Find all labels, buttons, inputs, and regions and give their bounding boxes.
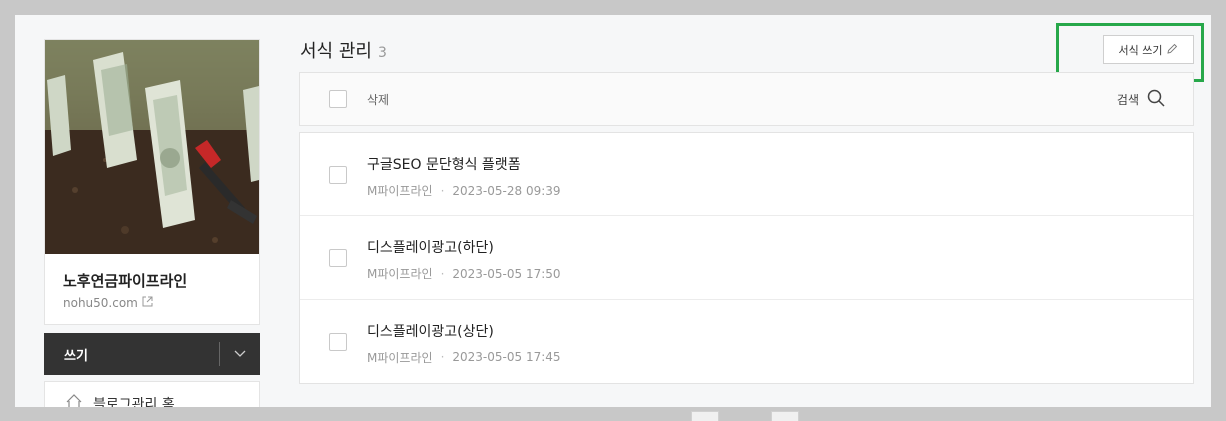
blog-url-link[interactable]: nohu50.com	[63, 296, 153, 310]
list-toolbar: 삭제 검색	[299, 72, 1194, 126]
chevron-down-icon[interactable]	[220, 350, 260, 358]
meta-separator: ·	[440, 183, 445, 198]
template-author: M파이프라인	[367, 267, 433, 282]
template-date: 2023-05-05 17:45	[452, 350, 561, 365]
template-count: 3	[377, 45, 387, 61]
blog-url-text[interactable]: nohu50.com	[63, 296, 138, 310]
meta-separator: ·	[440, 266, 445, 281]
list-item[interactable]: 디스플레이광고(하단) M파이프라인 · 2023-05-05 17:50	[300, 216, 1193, 300]
pencil-icon[interactable]	[1167, 43, 1178, 57]
write-button[interactable]: 쓰기	[64, 345, 219, 364]
select-all-checkbox[interactable]	[329, 90, 347, 108]
write-template-button[interactable]: 서식 쓰기	[1103, 35, 1194, 64]
page-header: 서식 관리 3	[300, 37, 387, 63]
search-button[interactable]: 검색	[1117, 89, 1165, 110]
pagination-next-button[interactable]	[771, 411, 799, 421]
list-item[interactable]: 디스플레이광고(상단) M파이프라인 · 2023-05-05 17:45	[300, 300, 1193, 383]
template-list: 구글SEO 문단형식 플랫폼 M파이프라인 · 2023-05-28 09:39…	[299, 132, 1194, 384]
bottom-overlay	[0, 407, 1226, 421]
pagination-prev-button[interactable]	[691, 411, 719, 421]
list-item[interactable]: 구글SEO 문단형식 플랫폼 M파이프라인 · 2023-05-28 09:39	[300, 133, 1193, 217]
row-checkbox[interactable]	[329, 166, 347, 184]
blog-name[interactable]: 노후연금파이프라인	[63, 270, 187, 291]
external-link-icon[interactable]	[142, 296, 153, 310]
row-checkbox[interactable]	[329, 249, 347, 268]
blog-profile-card[interactable]: 노후연금파이프라인 nohu50.com	[44, 39, 260, 325]
search-icon[interactable]	[1147, 89, 1165, 110]
template-date: 2023-05-28 09:39	[452, 183, 561, 198]
template-title[interactable]: 디스플레이광고(하단)	[367, 237, 561, 257]
template-title[interactable]: 구글SEO 문단형식 플랫폼	[367, 154, 561, 174]
content-panel: 노후연금파이프라인 nohu50.com 쓰기 블로그관리 홈 서식 관리 3 …	[15, 15, 1211, 421]
page-title: 서식 관리	[300, 41, 372, 62]
write-template-label[interactable]: 서식 쓰기	[1119, 42, 1163, 58]
template-title[interactable]: 디스플레이광고(상단)	[367, 321, 561, 341]
write-menu-bar[interactable]: 쓰기	[44, 333, 260, 375]
template-author: M파이프라인	[367, 350, 433, 365]
template-author: M파이프라인	[367, 184, 433, 198]
row-checkbox[interactable]	[329, 332, 347, 351]
meta-separator: ·	[440, 350, 445, 365]
delete-button[interactable]: 삭제	[367, 91, 389, 108]
template-date: 2023-05-05 17:50	[452, 266, 561, 281]
search-label[interactable]: 검색	[1117, 91, 1139, 108]
blog-thumbnail-image	[45, 40, 259, 254]
